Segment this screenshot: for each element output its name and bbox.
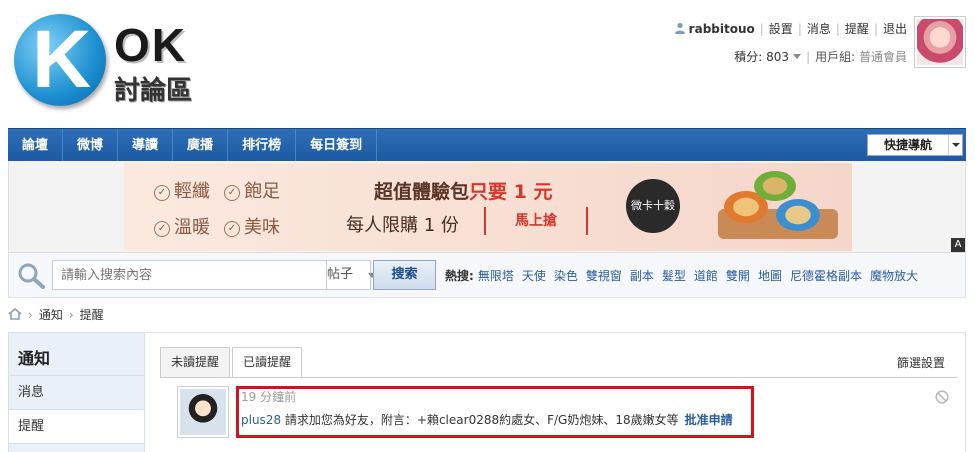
tab-bar: 未讀提醒 已讀提醒 xyxy=(160,347,304,378)
ad-subline: 每人限購 1 份 xyxy=(346,215,459,236)
ignore-icon[interactable] xyxy=(935,390,949,404)
main-nav: 論壇 微博 導讀 廣播 排行榜 每日簽到 快捷導航 xyxy=(8,128,966,162)
ad-feature: ✓ 飽足 xyxy=(224,177,280,203)
user-icon xyxy=(674,22,685,34)
logo-ok-text: OK xyxy=(114,19,187,71)
reminders-link[interactable]: 提醒 xyxy=(845,22,869,36)
tab-unread[interactable]: 未讀提醒 xyxy=(160,347,231,377)
ad-container: ✓ 輕纖 ✓ 飽足 ✓ 溫暖 ✓ 美味 超值體驗包只要 1 元 每人限購 1 份 馬上搶… xyxy=(8,161,966,266)
site-logo[interactable]: K OK 討論區 xyxy=(14,14,214,110)
ad-cta-button[interactable]: 馬上搶 xyxy=(484,207,588,235)
hot-search-term[interactable]: 副本 xyxy=(630,269,654,283)
points-dropdown[interactable]: 積分: 803 xyxy=(734,50,802,64)
sidebar: 通知 消息 提醒 xyxy=(8,332,145,452)
hot-search-term[interactable]: 天使 xyxy=(522,269,546,283)
notification-time: 19 分鐘前 xyxy=(241,390,297,404)
notification-item: 19 分鐘前 plus28 請求加您為好友，附言：+賴clear0288約處女、… xyxy=(177,386,957,446)
ad-product-image xyxy=(714,169,844,247)
chevron-down-icon xyxy=(948,135,962,155)
avatar[interactable] xyxy=(914,16,966,68)
sidebar-title: 通知 xyxy=(9,333,144,376)
hot-search-term[interactable]: 雙視窗 xyxy=(586,269,622,283)
ad-headline: 超值體驗包只要 1 元 xyxy=(374,181,553,203)
ad-feature: ✓ 美味 xyxy=(224,213,280,239)
notification-user-link[interactable]: plus28 xyxy=(241,413,281,427)
search-icon xyxy=(18,263,45,289)
sidebar-item-reminders[interactable]: 提醒 xyxy=(9,410,144,444)
home-icon[interactable] xyxy=(8,308,22,320)
avatar[interactable] xyxy=(177,386,229,438)
messages-link[interactable]: 消息 xyxy=(807,22,831,36)
ad-banner[interactable]: ✓ 輕纖 ✓ 飽足 ✓ 溫暖 ✓ 美味 超值體驗包只要 1 元 每人限購 1 份 馬上搶… xyxy=(124,163,852,266)
approve-request-link[interactable]: 批准申請 xyxy=(685,413,733,427)
notification-text: 請求加您為好友，附言：+賴clear0288約處女、F/G奶炮妹、18歲嫩女等 xyxy=(284,413,679,427)
search-type-select[interactable]: 帖子 xyxy=(327,260,376,290)
quick-nav-label: 快捷導航 xyxy=(883,138,932,152)
logout-link[interactable]: 退出 xyxy=(883,22,907,36)
hot-search-label: 熱搜: xyxy=(445,269,474,283)
search-bar: 帖子 搜索 熱搜: 無限塔天使染色雙視窗副本髮型道館雙開地圖尼德霍格副本魔物放大 xyxy=(8,253,966,298)
filter-settings-link[interactable]: 篩選設置 xyxy=(897,354,945,371)
notification-message: plus28 請求加您為好友，附言：+賴clear0288約處女、F/G奶炮妹、… xyxy=(241,411,733,428)
ad-feature: ✓ 溫暖 xyxy=(154,213,210,239)
divider xyxy=(160,377,957,378)
breadcrumb-notifications[interactable]: 通知 xyxy=(39,308,63,322)
hot-search-term[interactable]: 髮型 xyxy=(662,269,686,283)
group-label: 用戶組: xyxy=(815,50,856,64)
user-group-link[interactable]: 普通會員 xyxy=(859,50,907,64)
nav-item-checkin[interactable]: 每日簽到 xyxy=(296,129,378,162)
logo-subtitle: 討論區 xyxy=(114,76,193,106)
hot-search-term[interactable]: 魔物放大 xyxy=(870,269,918,283)
logo-k-badge: K xyxy=(14,14,106,106)
search-input[interactable] xyxy=(52,260,327,290)
ad-feature: ✓ 輕纖 xyxy=(154,177,210,203)
nav-item-broadcast[interactable]: 廣播 xyxy=(173,129,229,162)
user-bar: rabbitouo | 設置 | 消息 | 提醒 | 退出 xyxy=(674,20,907,37)
header: K OK 討論區 rabbitouo | 設置 | 消息 | 提醒 | 退出 積分: 803 | 用… xyxy=(0,0,975,128)
breadcrumb-reminders[interactable]: 提醒 xyxy=(80,308,104,322)
hot-search-term[interactable]: 雙開 xyxy=(726,269,750,283)
quick-nav-button[interactable]: 快捷導航 xyxy=(867,134,963,156)
hot-search-term[interactable]: 染色 xyxy=(554,269,578,283)
hot-search-term[interactable]: 無限塔 xyxy=(478,269,514,283)
settings-link[interactable]: 設置 xyxy=(769,22,793,36)
main-panel: 未讀提醒 已讀提醒 篩選設置 19 分鐘前 plus28 請求加您為好友，附言：… xyxy=(145,332,966,452)
ad-brand-logo: 微卡十穀粥 xyxy=(626,179,680,266)
search-button[interactable]: 搜索 xyxy=(373,260,436,290)
nav-item-guide[interactable]: 導讀 xyxy=(118,129,174,162)
nav-item-ranking[interactable]: 排行榜 xyxy=(228,129,297,162)
nav-item-weibo[interactable]: 微博 xyxy=(63,129,119,162)
chevron-down-icon xyxy=(793,54,802,59)
nav-item-forum[interactable]: 論壇 xyxy=(8,129,64,162)
username-link[interactable]: rabbitouo xyxy=(689,22,755,36)
breadcrumb: › 通知 › 提醒 xyxy=(8,306,104,323)
hot-search-term[interactable]: 尼德霍格副本 xyxy=(790,269,862,283)
ad-badge[interactable]: A xyxy=(951,238,965,252)
hot-search-term[interactable]: 地圖 xyxy=(758,269,782,283)
sidebar-item-messages[interactable]: 消息 xyxy=(9,376,144,410)
hot-search-term[interactable]: 道館 xyxy=(694,269,718,283)
user-stats: 積分: 803 | 用戶組: 普通會員 xyxy=(734,50,907,64)
hot-searches: 熱搜: 無限塔 天使 染色 雙視窗 副本 髮型 道館 雙開 地圖 尼德霍格副本 魔物放大 xyxy=(445,267,926,284)
tab-read[interactable]: 已讀提醒 xyxy=(232,347,303,378)
